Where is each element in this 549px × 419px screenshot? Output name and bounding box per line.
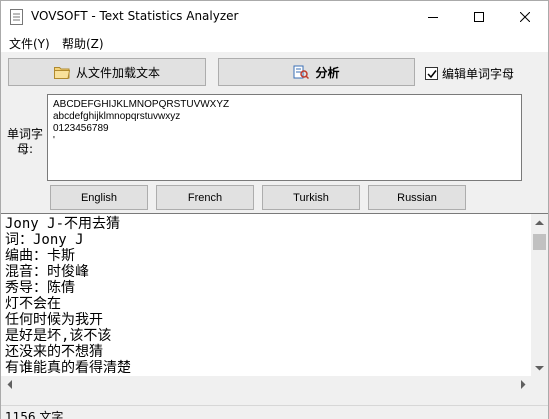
horizontal-scrollbar[interactable]	[1, 376, 531, 391]
english-button[interactable]: English	[50, 185, 148, 210]
text-line: 灯不会在	[5, 296, 61, 312]
scroll-left-arrow-icon[interactable]	[1, 376, 18, 391]
checkmark-icon	[426, 69, 437, 78]
word-letters-input[interactable]: ABCDEFGHIJKLMNOPQRSTUVWXYZ abcdefghijklm…	[47, 94, 522, 181]
minimize-button[interactable]	[410, 1, 456, 32]
letters-line: ABCDEFGHIJKLMNOPQRSTUVWXYZ	[53, 99, 230, 110]
text-line: 还没来的不想猜	[5, 344, 103, 360]
menu-bar: 文件(Y) 帮助(Z)	[1, 32, 548, 52]
window-title: VOVSOFT - Text Statistics Analyzer	[31, 9, 239, 23]
vertical-scrollbar[interactable]	[531, 214, 548, 376]
character-count: 1156 文字	[5, 410, 64, 419]
scroll-down-arrow-icon[interactable]	[531, 359, 548, 376]
status-bar: 1156 文字	[1, 405, 548, 419]
text-line: 秀导：陈倩	[5, 280, 75, 296]
scrollbar-corner	[531, 376, 548, 391]
minimize-icon	[428, 16, 438, 18]
text-line: 是好是坏,该不该	[5, 328, 112, 344]
menu-help[interactable]: 帮助(Z)	[62, 35, 104, 52]
text-line: Jony J-不用去猜	[5, 216, 121, 232]
text-line: 有谁能真的看得清楚	[5, 360, 131, 376]
text-line: 编曲：卡斯	[5, 248, 75, 264]
folder-icon	[53, 65, 70, 79]
notepad-icon	[10, 9, 23, 25]
main-text-area[interactable]: Jony J-不用去猜 词：Jony J 编曲：卡斯 混音：时俊峰 秀导：陈倩 …	[1, 213, 548, 391]
french-button[interactable]: French	[156, 185, 254, 210]
close-button[interactable]	[502, 1, 548, 32]
text-line: 任何时候为我开	[5, 312, 103, 328]
maximize-icon	[474, 11, 484, 22]
app-window: VOVSOFT - Text Statistics Analyzer 文件(Y)…	[0, 0, 549, 419]
turkish-button[interactable]: Turkish	[262, 185, 360, 210]
scroll-right-arrow-icon[interactable]	[514, 376, 531, 391]
close-icon	[520, 11, 530, 22]
word-letters-label-line2: 母:	[16, 142, 34, 156]
word-letters-label-line1: 单词字	[6, 127, 43, 141]
russian-button[interactable]: Russian	[368, 185, 466, 210]
letters-line: '	[53, 135, 55, 146]
maximize-button[interactable]	[456, 1, 502, 32]
load-from-file-button[interactable]: 从文件加载文本	[8, 58, 206, 86]
vertical-scroll-thumb[interactable]	[533, 234, 546, 250]
analyze-icon	[293, 64, 310, 80]
menu-file[interactable]: 文件(Y)	[9, 35, 50, 52]
load-from-file-label: 从文件加载文本	[75, 65, 160, 80]
scroll-up-arrow-icon[interactable]	[531, 214, 548, 231]
edit-letters-toggle[interactable]: 编辑单词字母	[425, 65, 514, 82]
edit-letters-label: 编辑单词字母	[442, 67, 515, 81]
letters-line: 0123456789	[53, 123, 109, 134]
edit-letters-checkbox[interactable]	[425, 67, 438, 80]
title-bar[interactable]: VOVSOFT - Text Statistics Analyzer	[1, 1, 548, 32]
analyze-button[interactable]: 分析	[218, 58, 415, 86]
word-letters-label: 单词字 母:	[5, 127, 45, 157]
text-line: 混音：时俊峰	[5, 264, 89, 280]
text-line: 词：Jony J	[5, 232, 84, 248]
letters-line: abcdefghijklmnopqrstuvwxyz	[53, 111, 181, 122]
analyze-label: 分析	[315, 65, 340, 80]
